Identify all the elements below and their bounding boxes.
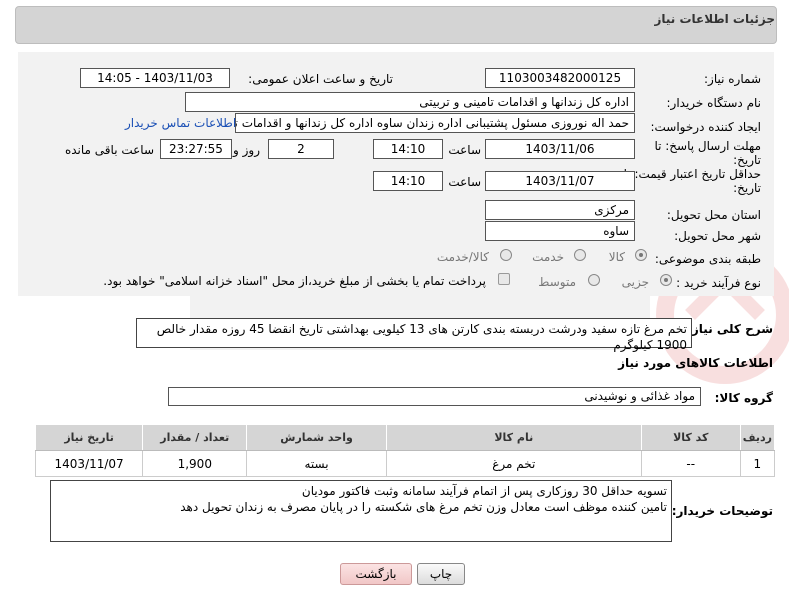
col-qty: تعداد / مقدار xyxy=(142,424,248,451)
validity-date-label: تاریخ: xyxy=(733,181,761,195)
buyer-org-field: اداره کل زندانها و اقدامات تامینی و تربی… xyxy=(185,92,635,112)
col-name: نام کالا xyxy=(385,424,642,451)
col-code: کد کالا xyxy=(640,424,741,451)
city-field: ساوه xyxy=(485,221,635,241)
remaining-label: ساعت باقی مانده xyxy=(64,143,154,157)
goods-group-label: گروه کالا: xyxy=(714,391,773,405)
buyer-org-label: نام دستگاه خریدار: xyxy=(666,96,762,110)
process-label: نوع فرآیند خرید : xyxy=(676,276,761,290)
category-both-radio[interactable] xyxy=(500,249,512,261)
process-minor-radio[interactable] xyxy=(660,274,672,286)
deadline-time-field: 14:10 xyxy=(373,139,443,159)
need-number-field: 1103003482000125 xyxy=(485,68,635,88)
page-title: جزئیات اطلاعات نیاز xyxy=(654,12,775,26)
buyer-notes-textarea[interactable]: تسویه حداقل 30 روزکاری پس از اتمام فرآین… xyxy=(50,480,672,542)
buyer-contact-link[interactable]: اطلاعات تماس خریدار xyxy=(125,116,236,130)
days-field: 2 xyxy=(268,139,334,159)
deadline-date-label: تاریخ: xyxy=(733,153,761,167)
process-minor-label: جزیی xyxy=(621,275,649,289)
col-date: تاریخ نیاز xyxy=(34,424,144,451)
category-goods-label: کالا xyxy=(608,250,625,264)
cell-name: تخم مرغ xyxy=(385,450,642,477)
province-field: مرکزی xyxy=(485,200,635,220)
treasury-payment-note: پرداخت تمام یا بخشی از مبلغ خرید،از محل … xyxy=(103,274,486,288)
cell-qty: 1,900 xyxy=(142,450,248,477)
col-row: ردیف xyxy=(739,424,776,451)
process-medium-label: متوسط xyxy=(538,275,576,289)
category-both-label: کالا/خدمت xyxy=(436,250,489,264)
goods-table: ردیف کد کالا نام کالا واحد شمارش تعداد /… xyxy=(34,424,776,477)
category-service-radio[interactable] xyxy=(574,249,586,261)
deadline-date-field: 1403/11/06 xyxy=(485,139,635,159)
validity-label: حداقل تاریخ اعتبار قیمت: تا xyxy=(623,167,761,181)
buyer-notes-line-1: تسویه حداقل 30 روزکاری پس از اتمام فرآین… xyxy=(301,484,667,498)
goods-table-header: ردیف کد کالا نام کالا واحد شمارش تعداد /… xyxy=(34,424,776,451)
validity-date-field: 1403/11/07 xyxy=(485,171,635,191)
cell-row: 1 xyxy=(739,450,776,477)
deadline-time-label: ساعت xyxy=(448,143,481,157)
process-medium-radio[interactable] xyxy=(588,274,600,286)
back-button[interactable]: بازگشت xyxy=(340,563,412,585)
buyer-notes-label: توضیحات خریدار: xyxy=(671,504,773,518)
category-goods-radio[interactable] xyxy=(635,249,647,261)
deadline-label: مهلت ارسال پاسخ: تا xyxy=(654,139,761,153)
category-service-label: خدمت xyxy=(532,250,564,264)
table-row: 1 -- تخم مرغ بسته 1,900 1403/11/07 xyxy=(34,450,776,477)
goods-section-title: اطلاعات کالاهای مورد نیاز xyxy=(618,356,773,370)
cell-code: -- xyxy=(640,450,741,477)
cell-unit: بسته xyxy=(246,450,387,477)
announce-label: تاریخ و ساعت اعلان عمومی: xyxy=(248,72,393,86)
requester-field: حمد اله نوروزی مسئول پشتیبانی اداره زندا… xyxy=(235,113,635,133)
remaining-time-field: 23:27:55 xyxy=(160,139,232,159)
description-textarea[interactable]: تخم مرغ تازه سفید ودرشت دربسته بندی کارت… xyxy=(136,318,692,352)
requester-label: ایجاد کننده درخواست: xyxy=(650,120,761,134)
buyer-notes-line-2: تامین کننده موظف است معادل وزن تخم مرغ ه… xyxy=(180,500,667,514)
announce-field: 1403/11/03 - 14:05 xyxy=(80,68,230,88)
treasury-payment-checkbox[interactable] xyxy=(498,273,510,285)
validity-time-field: 14:10 xyxy=(373,171,443,191)
cell-date: 1403/11/07 xyxy=(34,450,144,477)
goods-group-field: مواد غذائی و نوشیدنی xyxy=(168,387,701,406)
city-label: شهر محل تحویل: xyxy=(674,229,761,243)
col-unit: واحد شمارش xyxy=(246,424,387,451)
days-label: روز و xyxy=(233,143,260,157)
province-label: استان محل تحویل: xyxy=(666,208,761,222)
need-number-label: شماره نیاز: xyxy=(704,72,761,86)
description-label: شرح کلی نیاز: xyxy=(687,322,773,336)
category-label: طبقه بندی موضوعی: xyxy=(654,252,761,266)
validity-time-label: ساعت xyxy=(448,175,481,189)
print-button[interactable]: چاپ xyxy=(417,563,465,585)
